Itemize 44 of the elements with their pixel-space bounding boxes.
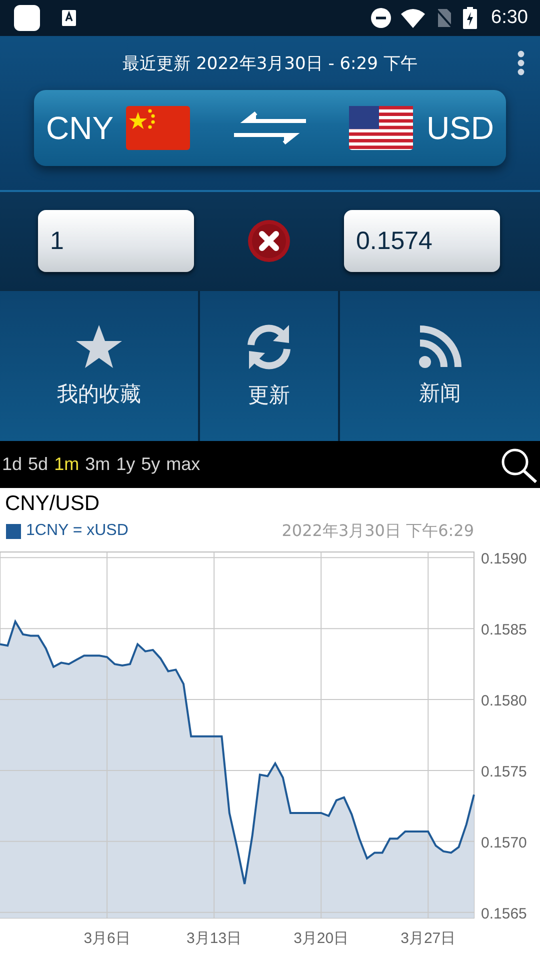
to-currency[interactable]: USD <box>426 110 494 146</box>
battery-icon <box>463 7 478 29</box>
chart-title: CNY/USD <box>4 491 101 516</box>
search-icon[interactable] <box>500 446 538 482</box>
legend-label: 1CNY = xUSD <box>26 522 128 540</box>
chart-timestamp: 2022年3月30日 下午6:29 <box>282 520 474 542</box>
more-options-icon[interactable] <box>517 50 525 76</box>
rss-icon <box>418 325 462 369</box>
last-update-text: 最近更新 2022年3月30日 - 6:29 下午 <box>122 52 418 74</box>
y-axis-label: 0.1580 <box>481 692 527 710</box>
refresh-icon <box>245 323 293 371</box>
do-not-disturb-icon <box>371 8 392 28</box>
keyboard-icon <box>62 10 76 26</box>
y-axis-label: 0.1570 <box>481 834 527 852</box>
action-button[interactable]: 更新 <box>200 291 340 441</box>
range-tab[interactable]: 1m <box>54 454 80 475</box>
amount-field[interactable]: 1 <box>38 210 194 272</box>
wifi-icon <box>401 8 426 28</box>
range-tab[interactable]: 3m <box>85 454 110 475</box>
x-axis-label: 3月6日 <box>84 930 130 947</box>
swap-icon[interactable] <box>234 111 306 145</box>
no-sim-icon <box>435 8 454 28</box>
y-axis-label: 0.1565 <box>481 905 527 922</box>
flag-icon <box>126 106 190 150</box>
action-button[interactable]: 我的收藏 <box>0 291 200 441</box>
range-tab[interactable]: 1d <box>2 454 22 475</box>
app-icon <box>14 5 40 31</box>
y-axis-label: 0.1590 <box>481 550 527 568</box>
action-button[interactable]: 新闻 <box>340 291 540 441</box>
star-icon <box>75 324 123 370</box>
range-tab[interactable]: 5y <box>141 454 160 475</box>
x-axis-label: 3月27日 <box>400 930 456 947</box>
range-tab[interactable]: 1y <box>116 454 136 475</box>
range-tab[interactable]: 5d <box>28 454 48 475</box>
clock: 6:30 <box>491 7 528 29</box>
clear-icon[interactable] <box>247 219 291 263</box>
y-axis-label: 0.1575 <box>481 763 527 780</box>
from-currency[interactable]: CNY <box>46 110 114 146</box>
range-tab[interactable]: max <box>166 454 200 475</box>
x-axis-label: 3月13日 <box>186 930 242 947</box>
x-axis-label: 3月20日 <box>294 930 349 947</box>
y-axis-label: 0.1585 <box>481 622 527 639</box>
result-field[interactable]: 0.1574 <box>344 210 500 272</box>
flag-icon <box>349 106 414 150</box>
